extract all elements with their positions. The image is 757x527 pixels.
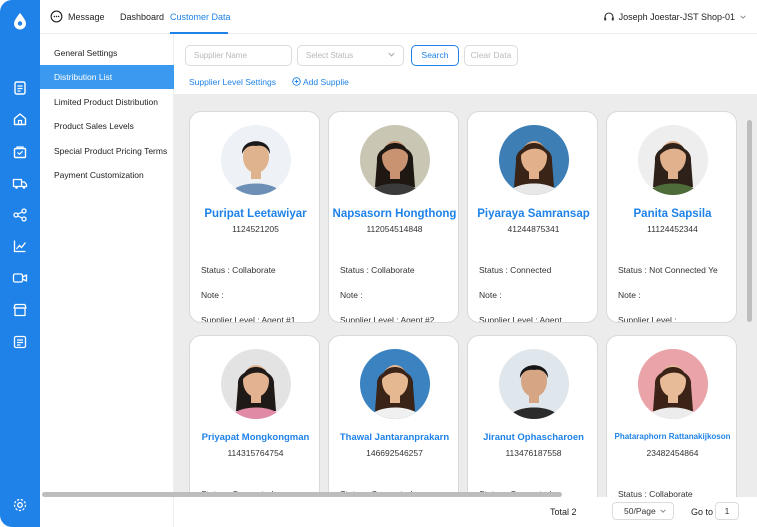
user-menu[interactable]: Joseph Joestar-JST Shop-01 (603, 11, 747, 23)
status-select[interactable]: Select Status (297, 45, 404, 66)
supplier-id: 113476187558 (505, 448, 562, 458)
supplier-status: Status : Connected (479, 265, 552, 275)
supplier-card[interactable]: Phataraphorn Rattanakijkoson 23482454864 S… (606, 335, 737, 497)
share-icon[interactable] (12, 207, 28, 223)
supplier-name[interactable]: Napsasorn Hongthong (329, 208, 458, 220)
vertical-scrollbar[interactable] (747, 120, 752, 322)
clear-data-button[interactable]: Clear Data (464, 45, 518, 66)
chevron-down-icon (660, 509, 666, 513)
supplier-level: Supplier Level : (618, 315, 677, 323)
status-select-placeholder: Select Status (306, 51, 354, 60)
avatar (360, 349, 430, 419)
supplier-card[interactable]: Panita Sapsila 11124452344 Status : Not Co… (606, 111, 737, 323)
left-rail (0, 0, 40, 527)
menu-item-product-sales-levels[interactable]: Product Sales Levels (40, 114, 174, 138)
supplier-name[interactable]: Phataraphorn Rattanakijkoson (607, 432, 736, 441)
supplier-level: Supplier Level : Agent #2 (340, 315, 435, 323)
top-bar: Message Dashboard Customer Data Joseph J… (40, 0, 757, 34)
home-icon[interactable] (12, 111, 28, 127)
settings-icon[interactable] (12, 497, 28, 513)
settings-menu: General Settings Distribution List Limit… (40, 34, 174, 527)
report-icon[interactable] (12, 334, 28, 350)
video-icon[interactable] (12, 270, 28, 286)
supplier-id: 114315764754 (227, 448, 284, 458)
supplier-status: Status : Not Connected Ye (618, 265, 718, 275)
supplier-id: 23482454864 (646, 448, 699, 458)
menu-item-payment-customization[interactable]: Payment Customization (40, 163, 174, 187)
avatar (499, 125, 569, 195)
supplier-id: 1124521205 (232, 224, 279, 234)
menu-item-general-settings[interactable]: General Settings (40, 41, 174, 65)
supplier-id: 11124452344 (647, 224, 698, 234)
avatar (638, 349, 708, 419)
document-icon[interactable] (12, 80, 28, 96)
avatar (360, 125, 430, 195)
supplier-note: Note : (201, 290, 224, 300)
add-supplier-link[interactable]: Add Supplie (292, 77, 349, 87)
store-icon[interactable] (12, 302, 28, 318)
supplier-level: Supplier Level : Agent (479, 315, 562, 323)
supplier-id: 41244875341 (507, 224, 560, 234)
chart-icon[interactable] (12, 238, 28, 254)
supplier-name[interactable]: Priyapat Mongkongman (190, 432, 319, 443)
avatar (221, 125, 291, 195)
supplier-level-settings-link[interactable]: Supplier Level Settings (189, 77, 276, 87)
plus-circle-icon (292, 77, 301, 86)
supplier-name[interactable]: Jiranut Ophascharoen (468, 432, 597, 443)
user-name: Joseph Joestar-JST Shop-01 (618, 12, 735, 22)
supplier-card[interactable]: Priyapat Mongkongman114315764754Status :… (189, 335, 320, 497)
supplier-card[interactable]: Puripat Leetawiyar 1124521205 Status : Col… (189, 111, 320, 323)
supplier-card[interactable]: Thawal Jantaranprakarn146692546257Status… (328, 335, 459, 497)
supplier-note: Note : (618, 290, 641, 300)
tab-customer-data[interactable]: Customer Data (170, 12, 231, 22)
tab-message[interactable]: Message (68, 12, 105, 22)
supplier-id: 146692546257 (366, 448, 423, 458)
tab-dashboard[interactable]: Dashboard (120, 12, 164, 22)
chevron-down-icon (388, 52, 395, 57)
supplier-note: Note : (340, 290, 363, 300)
supplier-name[interactable]: Thawal Jantaranprakarn (329, 432, 458, 443)
supplier-status: Status : Collaborate (201, 265, 276, 275)
avatar (221, 349, 291, 419)
message-icon[interactable] (50, 10, 63, 23)
menu-item-limited-product-distribution[interactable]: Limited Product Distribution (40, 90, 174, 114)
supplier-level: Supplier Level : Agent #1 (201, 315, 296, 323)
total-count: Total 2 (550, 507, 577, 517)
headset-icon (603, 12, 614, 21)
chevron-down-icon (740, 15, 746, 19)
search-button[interactable]: Search (411, 45, 459, 66)
supplier-name[interactable]: Piyaraya Samransap (468, 208, 597, 220)
supplier-note: Note : (479, 290, 502, 300)
menu-item-distribution-list[interactable]: Distribution List (40, 65, 174, 89)
goto-page-input[interactable]: 1 (715, 502, 739, 520)
add-supplier-label: Add Supplie (303, 77, 349, 87)
supplier-name[interactable]: Puripat Leetawiyar (190, 208, 319, 220)
supplier-name[interactable]: Panita Sapsila (607, 208, 736, 220)
truck-icon[interactable] (12, 175, 28, 191)
goto-label: Go to (691, 507, 714, 517)
page-size-value: 50/Page (624, 506, 656, 516)
supplier-card[interactable]: Napsasorn Hongthong 112054514848 Status : … (328, 111, 459, 323)
supplier-status: Status : Collaborate (618, 489, 693, 497)
avatar (638, 125, 708, 195)
supplier-card-grid: Puripat Leetawiyar 1124521205 Status : Col… (174, 94, 757, 497)
page-size-select[interactable]: 50/Page (612, 502, 674, 520)
avatar (499, 349, 569, 419)
supplier-id: 112054514848 (366, 224, 423, 234)
box-icon[interactable] (12, 144, 28, 160)
supplier-status: Status : Collaborate (340, 265, 415, 275)
supplier-card[interactable]: Jiranut Ophascharoen113476187558Status :… (467, 335, 598, 497)
supplier-card[interactable]: Piyaraya Samransap 41244875341 Status : Co… (467, 111, 598, 323)
filter-bar: Supplier Name Select Status Search Clear… (174, 34, 757, 94)
supplier-name-input[interactable]: Supplier Name (185, 45, 292, 66)
pagination: Total 2 50/Page Go to 1 (174, 497, 757, 527)
logo-icon[interactable] (11, 12, 29, 30)
menu-item-special-product-pricing-terms[interactable]: Special Product Pricing Terms (40, 139, 174, 163)
